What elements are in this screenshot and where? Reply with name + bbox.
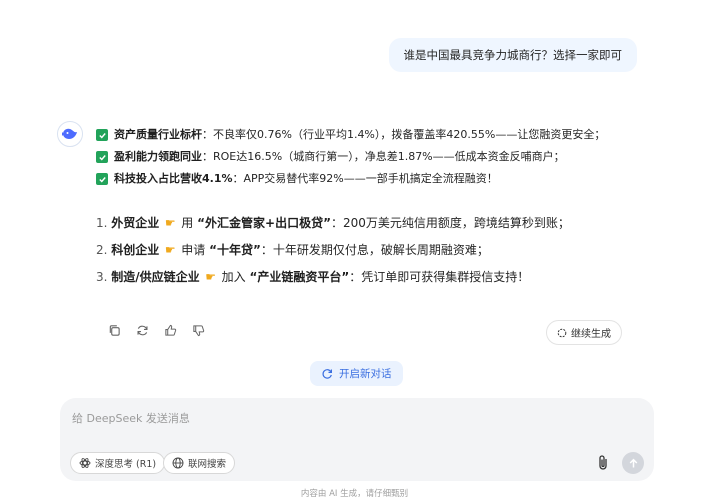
item-who: 外贸企业 <box>111 216 160 230</box>
refresh-chat-icon <box>322 368 332 379</box>
web-search-label: 联网搜索 <box>188 459 227 470</box>
ai-disclaimer: 内容由 AI 生成，请仔细甄别 <box>300 489 409 499</box>
bullet-item: 盈利能力领跑同业 ：ROE达16.5%（城商行第一），净息差1.87%——低成本资… <box>96 146 605 168</box>
regenerate-icon[interactable] <box>134 322 150 338</box>
checkmark-icon <box>96 129 108 141</box>
message-input[interactable]: 给 DeepSeek 发送消息 <box>72 410 190 426</box>
continue-generate-button[interactable]: 继续生成 <box>546 320 622 345</box>
bullet-list: 资产质量行业标杆 ：不良率仅0.76%（行业平均1.4%），拨备覆盖率420.55… <box>96 124 605 190</box>
numbered-item: 1. 外贸企业 ☛ 用 “外汇金管家+出口极贷”：200万美元纯信用额度，跨境结算秒… <box>96 210 570 237</box>
bullet-item: 科技投入占比营收4.1% ：APP交易替代率92%——一部手机搞定全流程融资！ <box>96 168 605 190</box>
item-number: 3. <box>96 270 108 284</box>
copy-icon[interactable] <box>106 322 122 338</box>
checkmark-icon <box>96 173 108 185</box>
continue-label: 继续生成 <box>571 329 611 340</box>
item-product: “外汇金管家+出口极贷” <box>197 216 331 230</box>
deepseek-avatar <box>57 121 83 147</box>
pointing-hand-icon: ☛ <box>205 270 217 284</box>
numbered-item: 2. 科创企业 ☛ 申请 “十年贷”：十年研发期仅付息，破解长周期融资难； <box>96 237 570 264</box>
item-who: 制造/供应链企业 <box>111 270 200 284</box>
item-number: 1. <box>96 216 108 230</box>
item-who: 科创企业 <box>111 243 160 257</box>
continue-icon <box>557 328 567 337</box>
message-input-box[interactable]: 给 DeepSeek 发送消息 深度思考 (R1) 联网搜索 <box>60 398 654 481</box>
item-desc: ：十年研发期仅付息，破解长周期融资难； <box>260 243 489 257</box>
pointing-hand-icon: ☛ <box>164 216 176 230</box>
arrow-up-icon <box>629 458 637 467</box>
whale-logo-icon <box>62 128 77 139</box>
item-product: “十年贷” <box>209 243 261 257</box>
item-number: 2. <box>96 243 108 257</box>
checkmark-icon <box>96 151 108 163</box>
item-verb: 申请 <box>181 243 206 257</box>
thumbs-up-icon[interactable] <box>162 322 178 338</box>
deep-think-label: 深度思考 (R1) <box>95 459 157 470</box>
message-actions <box>106 322 206 338</box>
bullet-title: 资产质量行业标杆 <box>114 128 202 141</box>
item-desc: ：凭订单即可获得集群授信支持！ <box>349 270 530 284</box>
user-message-bubble: 谁是中国最具竞争力城商行？选择一家即可 <box>388 38 637 72</box>
item-desc: ：200万美元纯信用额度，跨境结算秒到账； <box>330 216 570 230</box>
pointing-hand-icon: ☛ <box>164 243 176 257</box>
item-product: “产业链融资平台” <box>249 270 350 284</box>
send-button[interactable] <box>622 452 644 474</box>
bullet-text: ：不良率仅0.76%（行业平均1.4%），拨备覆盖率420.55%——让您融资更… <box>202 128 606 141</box>
thumbs-down-icon[interactable] <box>190 322 206 338</box>
new-chat-button[interactable]: 开启新对话 <box>310 361 403 386</box>
new-chat-label: 开启新对话 <box>339 368 392 380</box>
bullet-title: 科技投入占比营收4.1% <box>114 172 233 185</box>
bullet-text: ：APP交易替代率92%——一部手机搞定全流程融资！ <box>232 172 498 185</box>
paperclip-icon[interactable] <box>595 454 611 472</box>
bullet-title: 盈利能力领跑同业 <box>114 150 202 163</box>
item-verb: 加入 <box>221 270 246 284</box>
atom-icon <box>79 458 91 468</box>
globe-icon <box>172 457 184 469</box>
user-message-text: 谁是中国最具竞争力城商行？选择一家即可 <box>403 48 623 62</box>
bullet-item: 资产质量行业标杆 ：不良率仅0.76%（行业平均1.4%），拨备覆盖率420.55… <box>96 124 605 146</box>
bullet-text: ：ROE达16.5%（城商行第一），净息差1.87%——低成本资金反哺商户； <box>202 150 565 163</box>
numbered-list: 1. 外贸企业 ☛ 用 “外汇金管家+出口极贷”：200万美元纯信用额度，跨境结算秒… <box>96 210 570 291</box>
web-search-button[interactable]: 联网搜索 <box>163 452 236 474</box>
deep-think-button[interactable]: 深度思考 (R1) <box>70 452 166 474</box>
item-verb: 用 <box>181 216 194 230</box>
numbered-item: 3. 制造/供应链企业 ☛ 加入 “产业链融资平台”：凭订单即可获得集群授信支持！ <box>96 264 570 291</box>
